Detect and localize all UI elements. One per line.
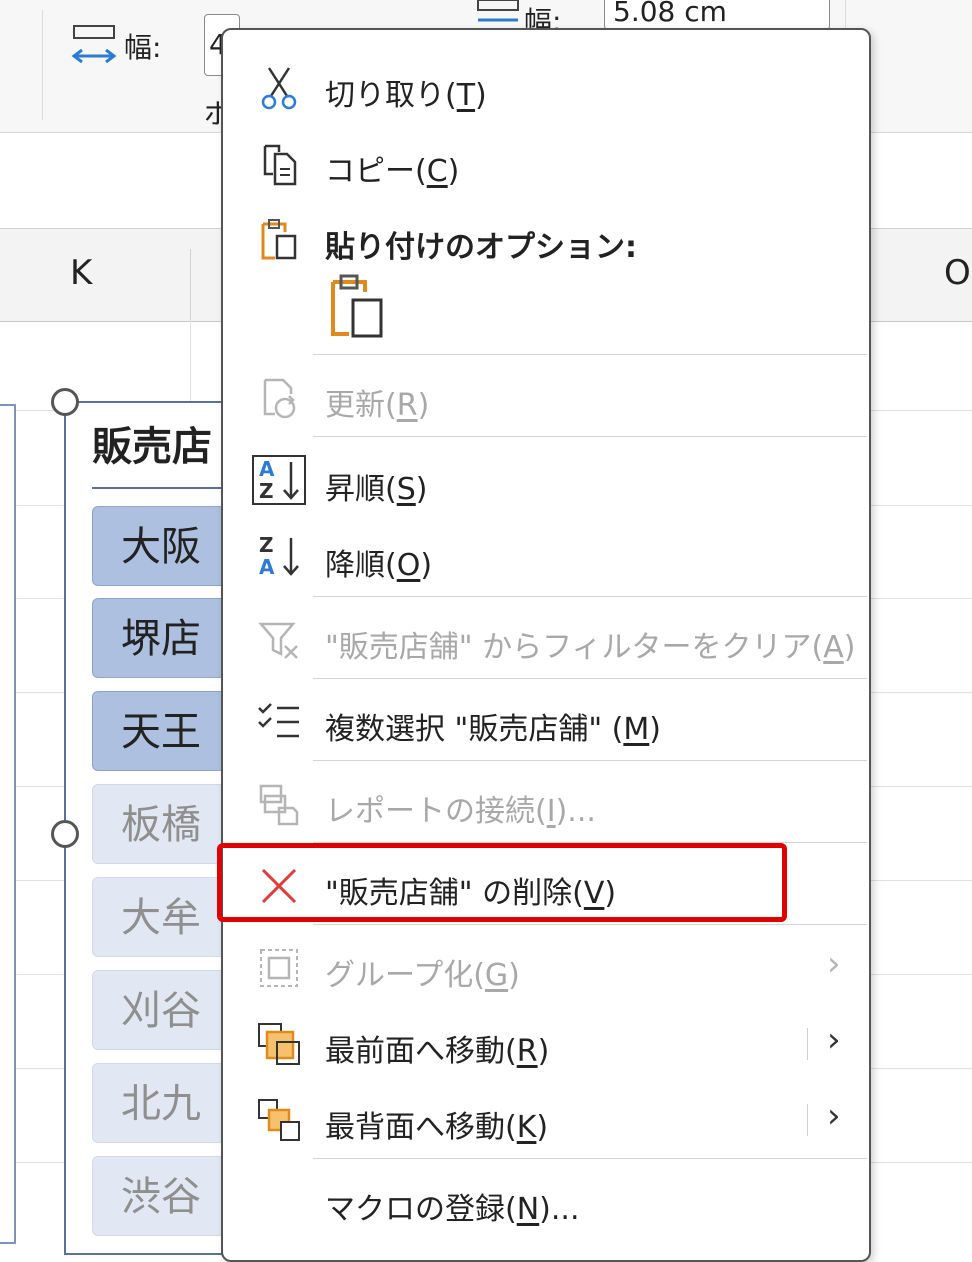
menu-item-sort-asc[interactable]: A Z 昇順(S) [223,442,869,520]
menu-label-end: ) [649,712,661,747]
menu-label: 最背面へ移動( [325,1110,517,1145]
adjacent-slicer-edge [0,404,16,1244]
menu-separator [313,436,867,437]
width-input-2[interactable]: 5.08 cm [604,0,830,30]
menu-label-end: ) [420,548,433,583]
menu-item-sort-desc[interactable]: Z A 降順(O) [223,520,869,596]
menu-accel: G [484,958,509,993]
width-label: 幅: [124,31,162,64]
menu-separator [313,1158,867,1159]
menu-label-end: )... [555,794,596,829]
menu-label-end: ) [475,78,487,113]
chevron-right-icon[interactable]: › [827,1020,841,1060]
slicer-header: 販売店 [92,424,212,470]
sort-descending-icon: Z A [251,533,307,579]
split-divider [807,1028,808,1060]
refresh-icon [257,376,301,420]
send-to-back-icon [257,1098,301,1142]
column-divider [190,249,191,321]
menu-label: 切り取り( [325,78,457,113]
menu-accel: R [396,388,418,423]
menu-label: 昇順( [325,472,397,507]
menu-item-clear-filter: "販売店舗" からフィルターをクリア(A) [223,602,869,678]
menu-accel: A [823,630,844,665]
width-icon [70,22,118,72]
menu-label: コピー( [325,154,427,189]
menu-label: グループ化( [325,958,485,993]
group-icon [257,946,301,990]
split-divider [807,1104,808,1136]
menu-accel: C [426,154,448,189]
sort-ascending-icon: A Z [251,455,307,505]
menu-label-end: ) [447,154,460,189]
menu-accel: S [396,472,416,507]
menu-label-end: ) [536,1110,549,1145]
menu-label-end: )... [539,1192,580,1227]
menu-label-end: ) [508,958,520,993]
menu-label-end: ) [537,1034,550,1069]
width-icon-2 [474,0,522,30]
column-header-k[interactable]: K [70,253,92,293]
copy-icon [257,142,301,186]
clipboard-icon [327,274,387,344]
menu-separator [313,596,867,597]
menu-item-refresh: 更新(R) [223,360,869,436]
chevron-right-icon[interactable]: › [827,1096,841,1136]
menu-label: レポートの接続( [325,794,547,829]
ribbon-divider [42,10,43,120]
menu-item-report-connections: レポートの接続(I)... [223,766,869,842]
resize-handle[interactable] [51,820,79,848]
menu-label: "販売店舗" からフィルターをクリア( [325,630,824,665]
scissors-icon [257,66,301,110]
menu-accel: T [456,78,476,113]
menu-item-group: グループ化(G) › [223,930,869,1006]
menu-accel: N [516,1192,540,1227]
paste-option-button[interactable] [327,274,387,344]
chevron-right-icon: › [827,944,841,984]
menu-paste-options: 貼り付けのオプション: [223,202,869,278]
paste-options-label: 貼り付けのオプション: [325,230,637,265]
menu-label: 更新( [325,388,397,423]
menu-label: 最前面へ移動( [325,1034,517,1069]
context-menu: 切り取り(T) コピー(C) 貼り付けのオプション: 更新(R) A Z 昇順(… [221,28,871,1262]
menu-item-multi-select[interactable]: 複数選択 "販売店舗" (M) [223,684,869,760]
menu-item-assign-macro[interactable]: マクロの登録(N)... [223,1164,869,1240]
svg-text:Z: Z [259,479,274,503]
svg-text:A: A [259,457,275,481]
report-connection-icon [257,782,301,826]
menu-accel: K [516,1110,537,1145]
menu-accel: O [396,548,421,583]
menu-label-end: ) [417,388,430,423]
svg-text:A: A [259,555,275,579]
menu-accel: M [623,712,650,747]
bring-to-front-icon [257,1022,301,1066]
resize-handle[interactable] [51,388,79,416]
menu-label: 複数選択 "販売店舗" ( [325,712,624,747]
menu-label: マクロの登録( [325,1192,517,1227]
menu-item-copy[interactable]: コピー(C) [223,126,869,202]
menu-separator [313,924,867,925]
menu-separator [313,678,867,679]
multi-select-icon [257,700,301,744]
menu-accel: I [546,794,556,829]
menu-item-bring-to-front[interactable]: 最前面へ移動(R) › [223,1006,869,1082]
slicer-header-underline [92,487,232,489]
paste-icon [257,218,301,262]
menu-separator [313,354,867,355]
menu-item-cut[interactable]: 切り取り(T) [223,50,869,126]
menu-separator [313,760,867,761]
menu-label-end: ) [843,630,856,665]
column-header-o[interactable]: O [944,253,971,293]
menu-label-end: ) [415,472,428,507]
highlight-box [217,843,787,922]
svg-text:Z: Z [259,533,274,557]
menu-item-send-to-back[interactable]: 最背面へ移動(K) › [223,1082,869,1158]
filter-clear-icon [257,618,301,662]
menu-label: 降順( [325,548,397,583]
ribbon-divider-2 [845,0,846,30]
menu-accel: R [516,1034,538,1069]
